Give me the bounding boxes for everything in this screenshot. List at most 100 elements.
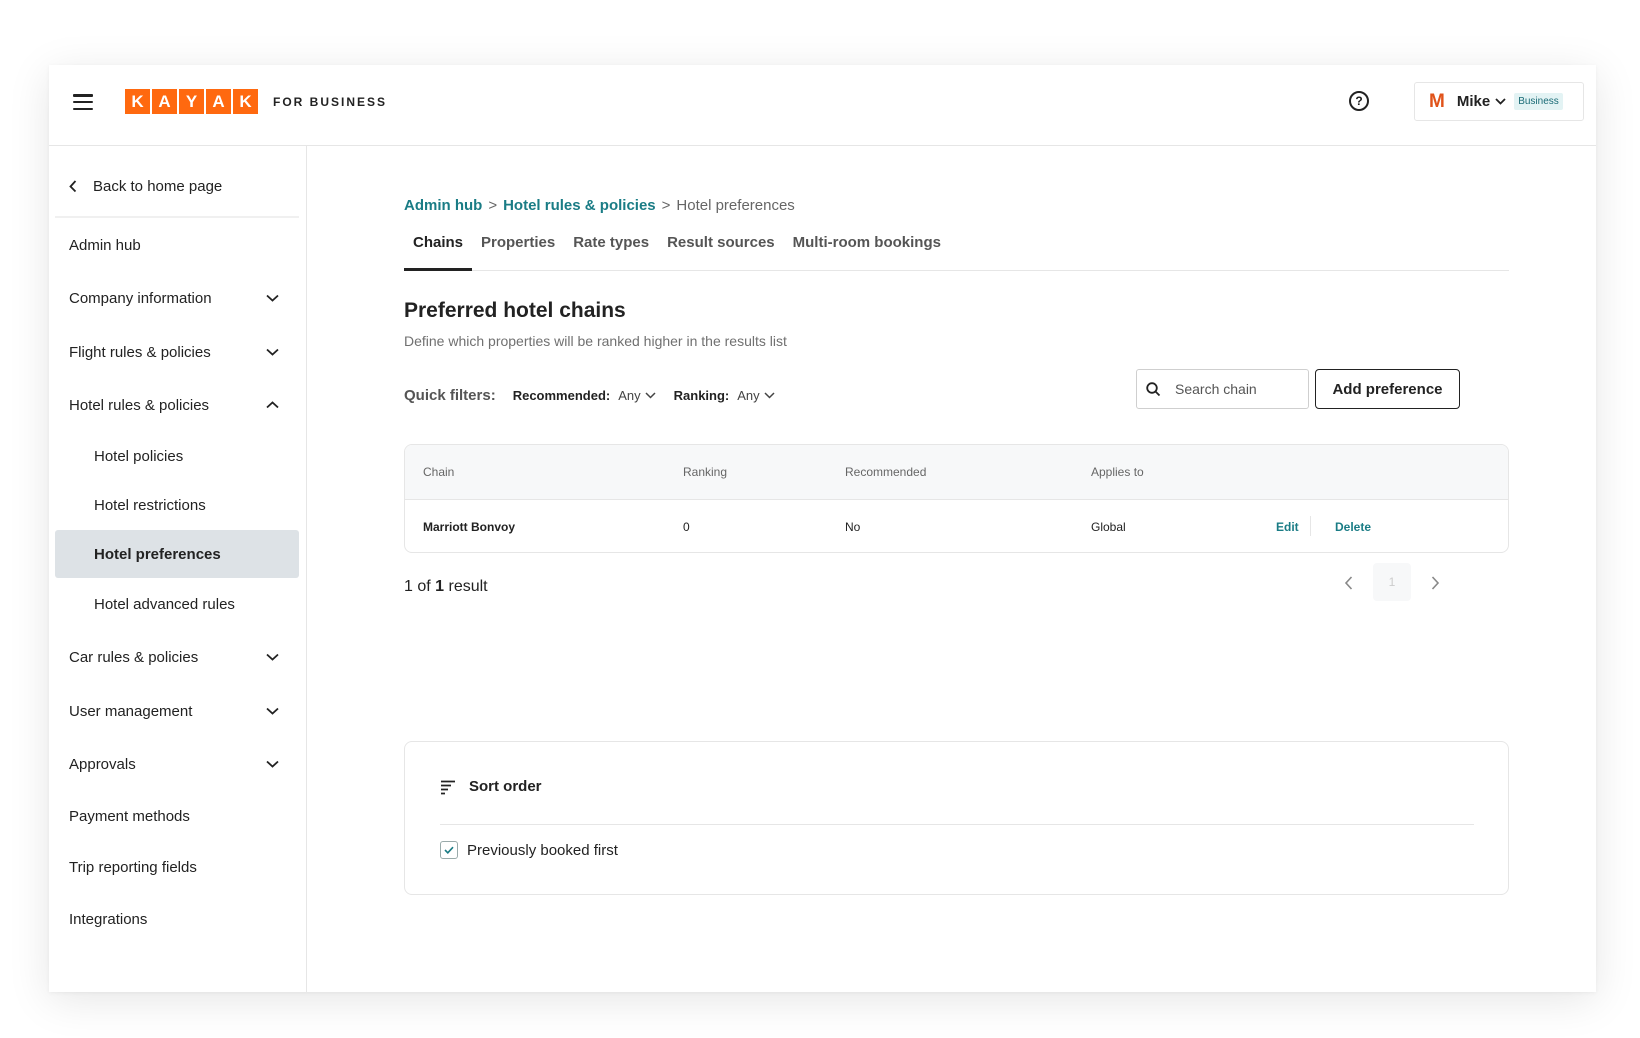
recommended-filter-dropdown[interactable]: Recommended: Any xyxy=(513,388,656,403)
filter-value: Any xyxy=(618,388,641,403)
next-page-button[interactable] xyxy=(1431,576,1440,595)
sidebar-nav: Back to home page Admin hub Company info… xyxy=(49,146,307,992)
logo-letter: A xyxy=(152,89,177,114)
user-menu-button[interactable]: M Mike Business xyxy=(1414,82,1584,121)
sidebar-item-label: Car rules & policies xyxy=(69,648,199,666)
chevron-left-icon xyxy=(69,179,77,192)
sort-order-header: Sort order xyxy=(440,778,542,795)
sidebar-item-car-rules[interactable]: Car rules & policies xyxy=(55,633,299,681)
sidebar-item-company-information[interactable]: Company information xyxy=(55,274,299,322)
sidebar-item-label: Trip reporting fields xyxy=(69,858,197,876)
breadcrumb-separator: > xyxy=(488,197,498,214)
sidebar-item-label: Integrations xyxy=(69,910,148,928)
sidebar-item-label: Hotel policies xyxy=(94,447,184,465)
back-link-label: Back to home page xyxy=(93,177,223,195)
main-content: Admin hub > Hotel rules & policies > Hotel p… xyxy=(307,146,1596,992)
sidebar-item-label: Hotel rules & policies xyxy=(69,396,210,414)
logo-subtitle: FOR BUSINESS xyxy=(273,95,388,109)
previously-booked-first-option[interactable]: Previously booked first xyxy=(440,841,618,859)
checkmark-icon xyxy=(444,846,454,854)
tab-properties[interactable]: Properties xyxy=(472,226,564,271)
action-divider xyxy=(1310,516,1311,536)
breadcrumb: Admin hub > Hotel rules & policies > Hotel p… xyxy=(404,197,795,214)
breadcrumb-current: Hotel preferences xyxy=(676,197,795,214)
column-header-ranking: Ranking xyxy=(683,465,728,479)
breadcrumb-link-admin-hub[interactable]: Admin hub xyxy=(404,197,482,214)
account-type-badge: Business xyxy=(1514,93,1563,110)
tab-bar: Chains Properties Rate types Result sour… xyxy=(404,226,1509,271)
checkbox[interactable] xyxy=(440,841,458,859)
page-subtitle: Define which properties will be ranked h… xyxy=(404,333,787,349)
column-header-applies-to: Applies to xyxy=(1091,465,1144,479)
sidebar-item-hotel-policies[interactable]: Hotel policies xyxy=(55,432,299,480)
sidebar-item-trip-reporting-fields[interactable]: Trip reporting fields xyxy=(55,843,299,891)
ranking-filter-dropdown[interactable]: Ranking: Any xyxy=(674,388,775,403)
sidebar-item-label: Hotel restrictions xyxy=(94,496,206,514)
result-prefix: 1 of xyxy=(404,578,431,595)
table-header: Chain Ranking Recommended Applies to xyxy=(405,445,1508,500)
sort-order-card: Sort order Previously booked first xyxy=(404,741,1509,895)
sidebar-item-label: Approvals xyxy=(69,755,136,773)
sidebar-item-label: Admin hub xyxy=(69,236,141,254)
sidebar-item-label: Company information xyxy=(69,289,212,307)
avatar: M xyxy=(1429,90,1445,112)
back-to-home-link[interactable]: Back to home page xyxy=(69,168,289,204)
sidebar-item-integrations[interactable]: Integrations xyxy=(55,895,299,943)
sidebar-item-hotel-restrictions[interactable]: Hotel restrictions xyxy=(55,481,299,529)
page-title: Preferred hotel chains xyxy=(404,299,626,322)
sidebar-item-hotel-preferences[interactable]: Hotel preferences xyxy=(55,530,299,578)
previous-page-button[interactable] xyxy=(1344,576,1353,595)
quick-filters: Quick filters: Recommended: Any Ranking:… xyxy=(404,387,793,404)
sort-icon xyxy=(441,780,455,794)
sort-option-label: Previously booked first xyxy=(467,841,618,859)
add-preference-button[interactable]: Add preference xyxy=(1315,369,1460,409)
tab-result-sources[interactable]: Result sources xyxy=(658,226,784,271)
logo-letter: K xyxy=(233,89,258,114)
logo-letter: A xyxy=(206,89,231,114)
result-count: 1 of 1 result xyxy=(404,578,488,596)
tab-chains[interactable]: Chains xyxy=(404,226,473,271)
search-icon xyxy=(1146,381,1161,396)
logo-letter: Y xyxy=(179,89,204,114)
sidebar-item-flight-rules[interactable]: Flight rules & policies xyxy=(55,328,299,376)
cell-applies-to: Global xyxy=(1091,519,1126,534)
chevron-up-icon xyxy=(266,401,279,409)
chevron-down-icon xyxy=(266,707,279,715)
filter-value: Any xyxy=(737,388,760,403)
column-header-recommended: Recommended xyxy=(845,465,927,479)
sidebar-item-hotel-advanced-rules[interactable]: Hotel advanced rules xyxy=(55,580,299,628)
sidebar-item-user-management[interactable]: User management xyxy=(55,687,299,735)
cell-chain: Marriott Bonvoy xyxy=(423,519,516,534)
logo-letter: K xyxy=(125,89,150,114)
top-header: K A Y A K FOR BUSINESS ? M Mike Business xyxy=(49,65,1596,146)
sidebar-item-approvals[interactable]: Approvals xyxy=(55,740,299,788)
chevron-down-icon xyxy=(266,760,279,768)
search-chain-field[interactable] xyxy=(1136,369,1309,409)
chevron-down-icon xyxy=(1495,98,1506,105)
table-row: Marriott Bonvoy 0 No Global Edit Delete xyxy=(405,500,1508,552)
sidebar-item-hotel-rules[interactable]: Hotel rules & policies xyxy=(55,381,299,429)
chevron-right-icon xyxy=(1431,576,1440,590)
tab-multi-room-bookings[interactable]: Multi-room bookings xyxy=(784,226,950,271)
search-chain-input[interactable] xyxy=(1175,381,1295,397)
breadcrumb-separator: > xyxy=(661,197,671,214)
help-icon[interactable]: ? xyxy=(1349,91,1369,111)
sidebar-item-admin-hub[interactable]: Admin hub xyxy=(55,221,299,269)
breadcrumb-link-hotel-rules[interactable]: Hotel rules & policies xyxy=(503,197,656,214)
chevron-down-icon xyxy=(645,392,656,399)
sidebar-item-payment-methods[interactable]: Payment methods xyxy=(55,792,299,840)
kayak-logo[interactable]: K A Y A K xyxy=(125,89,260,114)
sidebar-divider xyxy=(55,216,299,218)
edit-button[interactable]: Edit xyxy=(1276,520,1299,534)
tab-rate-types[interactable]: Rate types xyxy=(564,226,658,271)
user-name: Mike xyxy=(1456,93,1491,110)
preferences-table: Chain Ranking Recommended Applies to Mar… xyxy=(404,444,1509,553)
menu-icon[interactable] xyxy=(73,94,93,110)
cell-ranking: 0 xyxy=(683,519,690,534)
app-window: K A Y A K FOR BUSINESS ? M Mike Business… xyxy=(49,65,1596,992)
chevron-left-icon xyxy=(1344,576,1353,590)
result-total: 1 xyxy=(435,578,445,595)
filter-name: Ranking: xyxy=(673,388,730,403)
page-number-button[interactable]: 1 xyxy=(1373,563,1411,601)
delete-button[interactable]: Delete xyxy=(1335,520,1371,534)
